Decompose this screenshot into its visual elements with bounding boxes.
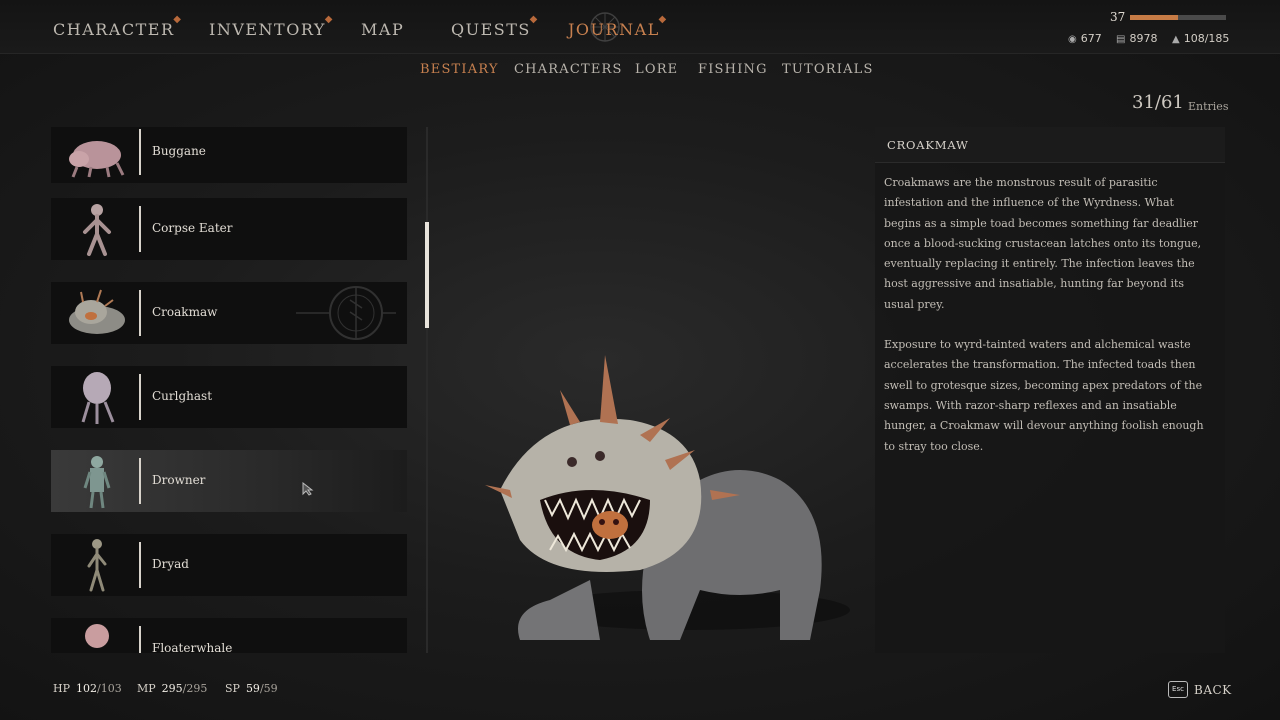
divider [139, 290, 141, 336]
subtab-fishing[interactable]: FISHING [698, 62, 768, 77]
entries-counter: 31/61 [1132, 92, 1184, 113]
list-item-dryad[interactable]: Dryad [51, 534, 407, 596]
list-scrollbar-track[interactable] [426, 127, 428, 653]
subtab-lore[interactable]: LORE [635, 62, 678, 77]
list-scrollbar-thumb[interactable] [425, 222, 429, 328]
mp-label: MP [137, 682, 156, 695]
sp-max: /59 [259, 682, 278, 695]
sp-stat: SP 59/59 [225, 682, 278, 695]
dryad-thumbnail [87, 539, 107, 592]
bestiary-list: Buggane Corpse Eater Croakmaw Curlghast … [50, 127, 408, 653]
list-item-buggane[interactable]: Buggane [51, 127, 407, 183]
notification-marker-icon: ◆ [658, 14, 668, 25]
list-item-floaterwhale[interactable]: Floaterwhale [51, 618, 407, 653]
corpse-eater-thumbnail [83, 204, 111, 256]
mp-current: 295 [161, 682, 183, 695]
mp-stat: MP 295/295 [137, 682, 207, 695]
list-item-label: Floaterwhale [152, 641, 233, 653]
tab-quests[interactable]: QUESTS ◆ [451, 14, 537, 39]
list-item-label: Dryad [152, 557, 189, 571]
list-item-label: Buggane [152, 144, 206, 158]
esc-key-icon: Esc [1168, 681, 1188, 698]
tab-map[interactable]: MAP [361, 20, 404, 39]
tab-character-label: CHARACTER [53, 20, 175, 39]
hp-max: /103 [97, 682, 122, 695]
description-paragraph: Croakmaws are the monstrous result of pa… [884, 176, 1202, 311]
list-item-curlghast[interactable]: Curlghast [51, 366, 407, 428]
list-item-label: Croakmaw [152, 305, 218, 319]
divider [139, 374, 141, 420]
hp-label: HP [53, 682, 70, 695]
mp-max: /295 [182, 682, 208, 695]
ore-value: 8978 [1129, 32, 1158, 45]
tab-journal-label: JOURNAL [568, 20, 660, 39]
weight-icon: ▲ [1172, 34, 1180, 45]
divider [139, 626, 141, 653]
description-header: CROAKMAW [875, 127, 1225, 163]
experience-bar-fill [1130, 15, 1178, 20]
list-item-label: Drowner [152, 473, 206, 487]
divider [139, 129, 141, 175]
tab-inventory[interactable]: INVENTORY ◆ [209, 14, 332, 39]
list-item-label: Corpse Eater [152, 221, 233, 235]
ore-icon: ▤ [1116, 34, 1126, 45]
notification-marker-icon: ◆ [324, 14, 334, 25]
rune-watermark-icon [296, 286, 396, 340]
tab-character[interactable]: CHARACTER ◆ [53, 14, 181, 39]
divider [139, 542, 141, 588]
divider [139, 206, 141, 252]
hp-stat: HP 102/103 [53, 682, 122, 695]
description-panel: CROAKMAW Croakmaws are the monstrous res… [875, 127, 1225, 653]
entries-label: Entries [1188, 100, 1229, 113]
list-item-corpse-eater[interactable]: Corpse Eater [51, 198, 407, 260]
back-label: BACK [1194, 683, 1232, 697]
crowns-icon: ◉ [1068, 34, 1077, 45]
hp-current: 102 [76, 682, 97, 695]
list-item-drowner[interactable]: Drowner [51, 450, 407, 512]
subtab-tutorials[interactable]: TUTORIALS [782, 62, 874, 77]
sp-current: 59 [245, 682, 260, 695]
weight-counter: ▲ 108/185 [1172, 32, 1229, 45]
creature-title: CROAKMAW [887, 138, 969, 152]
tab-journal[interactable]: JOURNAL ◆ [568, 14, 666, 39]
curlghast-thumbnail [81, 372, 115, 424]
top-navigation-bar: CHARACTER ◆ INVENTORY ◆ MAP QUESTS ◆ JOU… [0, 0, 1280, 54]
notification-marker-icon: ◆ [529, 14, 539, 25]
description-paragraph: Exposure to wyrd-tainted waters and alch… [884, 338, 1204, 453]
mouse-cursor-icon [302, 482, 314, 496]
drowner-thumbnail [83, 456, 111, 509]
croakmaw-model-render [485, 355, 850, 640]
tab-quests-label: QUESTS [451, 20, 531, 39]
subtab-bestiary[interactable]: BESTIARY [420, 62, 499, 77]
crowns-value: 677 [1080, 32, 1102, 45]
list-item-croakmaw[interactable]: Croakmaw [51, 282, 407, 344]
buggane-thumbnail [69, 141, 125, 178]
notification-marker-icon: ◆ [173, 14, 183, 25]
ore-counter: ▤ 8978 [1116, 32, 1157, 45]
list-item-label: Curlghast [152, 389, 213, 403]
weight-value: 108/185 [1183, 32, 1230, 45]
tab-inventory-label: INVENTORY [209, 20, 326, 39]
sp-label: SP [225, 682, 240, 695]
experience-bar [1130, 15, 1226, 20]
description-body: Croakmaws are the monstrous result of pa… [884, 173, 1214, 477]
player-level: 37 [1110, 10, 1126, 24]
divider [139, 458, 141, 504]
next-creature-thumbnail [85, 624, 109, 648]
crowns-counter: ◉ 677 [1068, 32, 1102, 45]
croakmaw-thumbnail [69, 289, 125, 334]
tab-map-label: MAP [361, 20, 405, 39]
subtab-characters[interactable]: CHARACTERS [514, 62, 623, 77]
